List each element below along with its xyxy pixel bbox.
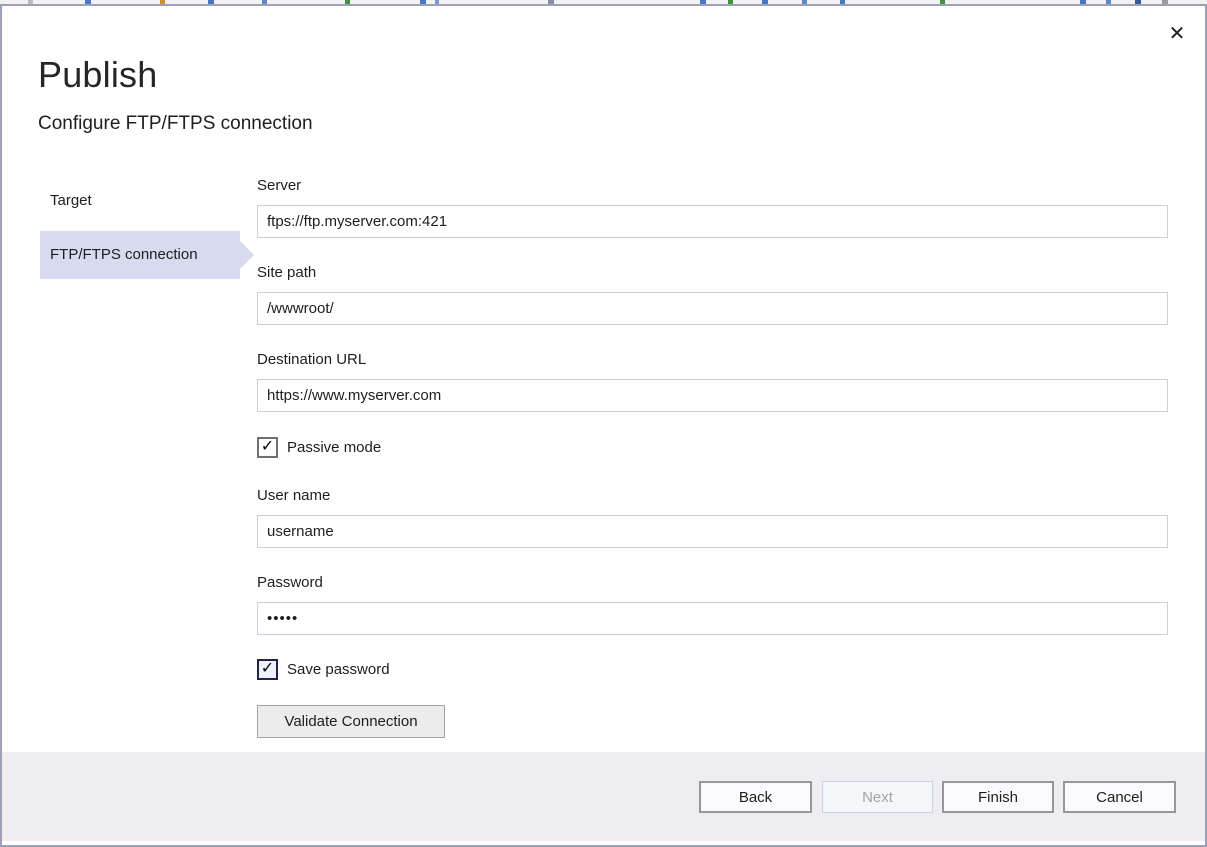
password-label: Password [257,574,323,591]
page-title: Publish [38,54,157,96]
sidebar-item-target[interactable]: Target [40,177,240,225]
close-icon[interactable]: ✕ [1160,18,1194,48]
user-name-label: User name [257,487,330,504]
next-button[interactable]: Next [822,781,933,813]
save-password-label: Save password [287,661,390,678]
user-name-input[interactable] [257,515,1168,548]
passive-mode-label: Passive mode [287,439,381,456]
site-path-input[interactable] [257,292,1168,325]
site-path-label: Site path [257,264,316,281]
cancel-button[interactable]: Cancel [1063,781,1176,813]
validate-connection-button[interactable]: Validate Connection [257,705,445,738]
dialog-footer: Back Next Finish Cancel [2,752,1205,841]
passive-mode-checkbox-row[interactable]: ✓ Passive mode [257,436,381,458]
checkmark-icon: ✓ [261,439,274,455]
sidebar-item-ftp-connection[interactable]: FTP/FTPS connection [40,231,240,279]
password-input[interactable] [257,602,1168,635]
passive-mode-checkbox[interactable]: ✓ [257,437,278,458]
save-password-checkbox-row[interactable]: ✓ Save password [257,658,390,680]
back-button[interactable]: Back [699,781,812,813]
checkmark-icon: ✓ [261,661,274,677]
server-label: Server [257,177,301,194]
selected-step-arrow [240,241,254,269]
server-input[interactable] [257,205,1168,238]
page-subtitle: Configure FTP/FTPS connection [38,113,313,135]
destination-url-label: Destination URL [257,351,366,368]
save-password-checkbox[interactable]: ✓ [257,659,278,680]
destination-url-input[interactable] [257,379,1168,412]
publish-wizard-page: ✕ Publish Configure FTP/FTPS connection … [0,0,1207,847]
finish-button[interactable]: Finish [942,781,1054,813]
